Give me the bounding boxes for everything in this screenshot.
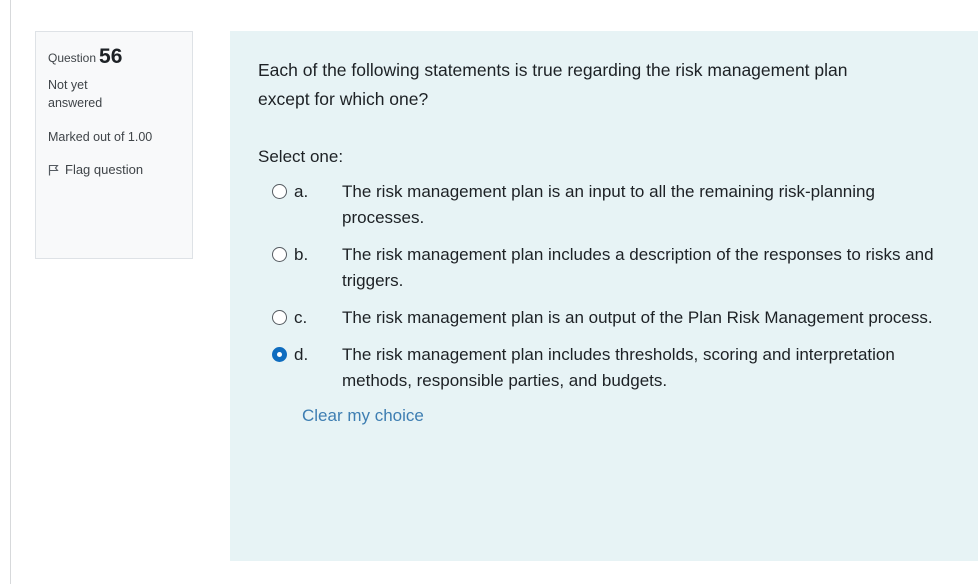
answer-option-c[interactable]: c. The risk management plan is an output… bbox=[272, 305, 950, 331]
answer-letter: d. bbox=[294, 345, 309, 364]
radio-button-icon[interactable] bbox=[272, 347, 287, 362]
question-grade: Marked out of 1.00 bbox=[48, 130, 153, 144]
answer-option-a[interactable]: a. The risk management plan is an input … bbox=[272, 179, 950, 231]
radio-button-icon[interactable] bbox=[272, 310, 287, 325]
question-label: Question bbox=[48, 51, 97, 65]
answer-text[interactable]: The risk management plan is an output of… bbox=[342, 305, 942, 331]
flag-question-button[interactable]: Flag question bbox=[48, 162, 180, 177]
answer-letter: a. bbox=[294, 182, 309, 201]
answer-option-d[interactable]: d. The risk management plan includes thr… bbox=[272, 342, 950, 394]
radio-button-icon[interactable] bbox=[272, 184, 287, 199]
clear-choice-link[interactable]: Clear my choice bbox=[302, 406, 424, 426]
answer-text[interactable]: The risk management plan is an input to … bbox=[342, 179, 942, 231]
page-left-border bbox=[10, 0, 11, 584]
question-number: 56 bbox=[99, 45, 123, 68]
answer-list: a. The risk management plan is an input … bbox=[272, 179, 950, 394]
question-state: Not yet answered bbox=[48, 78, 103, 110]
flag-icon bbox=[48, 164, 59, 176]
radio-button-icon[interactable] bbox=[272, 247, 287, 262]
quiz-page: Question 56 Not yet answered Marked out o… bbox=[0, 0, 978, 584]
answer-option-b[interactable]: b. The risk management plan includes a d… bbox=[272, 242, 950, 294]
answer-letter: b. bbox=[294, 245, 309, 264]
question-formulation: Each of the following statements is true… bbox=[230, 31, 978, 561]
answer-text[interactable]: The risk management plan includes a desc… bbox=[342, 242, 942, 294]
question-info-panel: Question 56 Not yet answered Marked out o… bbox=[35, 31, 193, 259]
answer-prompt: Select one: bbox=[258, 147, 344, 166]
answer-letter: c. bbox=[294, 308, 308, 327]
question-number-line: Question 56 bbox=[48, 46, 180, 69]
question-text: Each of the following statements is true… bbox=[258, 60, 848, 109]
flag-question-label: Flag question bbox=[65, 162, 144, 177]
answer-text[interactable]: The risk management plan includes thresh… bbox=[342, 342, 942, 394]
